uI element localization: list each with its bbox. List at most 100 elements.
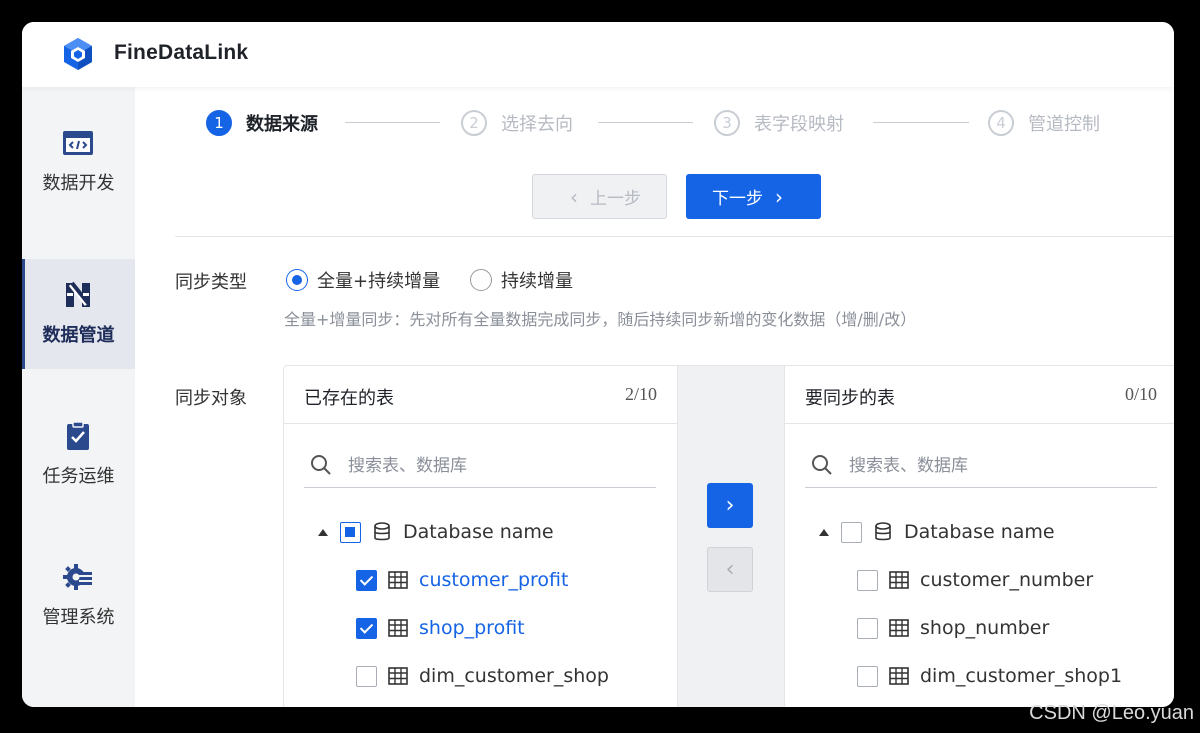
top-bar: FineDataLink [22,22,1174,87]
main-content: 1 数据来源 2 选择去向 3 表字段映射 4 管道控制 ‹ 上一步 下一步 ›… [135,87,1174,707]
step-connector [873,122,969,123]
sidebar: 数据开发 数据管道 任务运维 管理系统 [22,87,135,707]
tree-row-table[interactable]: shop_profit [356,613,525,643]
transfer-controls: › ‹ [677,366,784,707]
table-icon [388,619,408,637]
app-window: FineDataLink 数据开发 数据管道 任务运维 管理系统 1 数据来源 … [22,22,1174,707]
table-name: customer_number [920,569,1094,591]
panel-header: 已存在的表 2/10 [284,366,677,424]
step-4: 4 管道控制 [988,109,1100,137]
checkbox-checked[interactable] [356,569,377,591]
panel-header: 要同步的表 0/10 [785,366,1174,424]
move-right-button[interactable]: › [707,483,753,528]
sync-type-label: 同步类型 [175,272,247,293]
database-icon [374,522,390,541]
checkbox-checked[interactable] [356,617,377,639]
tables-to-sync-panel: 要同步的表 0/10 搜索表、数据库 Database name custome… [784,366,1174,707]
sync-type-hint: 全量+增量同步：先对所有全量数据完成同步，随后持续同步新增的变化数据（增/删/改… [284,310,917,329]
pipeline-icon [66,281,90,307]
tree-row-table[interactable]: dim_customer_shop [356,661,609,691]
checkbox-unchecked[interactable] [857,617,878,639]
tree-row-table[interactable]: dim_customer_shop1 [857,661,1122,691]
search-icon [812,455,832,475]
sidebar-item-label: 数据开发 [42,173,115,194]
sidebar-item-label: 任务运维 [42,466,115,487]
search-input[interactable] [348,450,648,482]
table-name: dim_customer_shop [419,665,609,687]
table-icon [889,619,909,637]
table-name: shop_number [920,617,1050,639]
search-icon [311,455,331,475]
tree-row-table[interactable]: customer_number [857,565,1093,595]
step-number: 2 [461,110,487,136]
radio-selected-icon [286,269,308,291]
expand-triangle-icon[interactable] [819,528,829,536]
database-name: Database name [403,521,554,543]
panel-count: 0/10 [1124,384,1157,404]
panel-title: 要同步的表 [805,388,895,409]
sidebar-item-label: 数据管道 [42,325,115,346]
search-box [304,450,656,488]
step-connector [598,122,693,123]
chevron-right-icon: › [725,493,735,518]
step-number: 1 [206,110,232,136]
checkbox-unchecked[interactable] [356,665,377,687]
step-3: 3 表字段映射 [714,109,844,137]
step-2: 2 选择去向 [461,109,573,137]
checkbox-unchecked[interactable] [841,521,862,543]
radio-label: 持续增量 [501,271,573,292]
table-transfer: 已存在的表 2/10 搜索表、数据库 Database name custome… [283,365,1174,707]
clipboard-check-icon [67,421,89,450]
prev-step-button[interactable]: ‹ 上一步 [532,174,667,219]
divider [175,236,1174,237]
chevron-right-icon: › [775,184,783,209]
chevron-left-icon: ‹ [570,184,578,209]
radio-label: 全量+持续增量 [317,271,441,292]
radio-full-plus-incremental[interactable]: 全量+持续增量 [286,267,440,293]
table-icon [889,571,909,589]
tree-row-table[interactable]: customer_profit [356,565,568,595]
step-connector [345,122,440,123]
expand-triangle-icon[interactable] [318,528,328,536]
sidebar-item-data-development[interactable]: 数据开发 [22,107,135,217]
table-name: shop_profit [419,617,525,639]
tree-row-table[interactable]: shop_number [857,613,1049,643]
radio-incremental-only[interactable]: 持续增量 [470,267,573,293]
database-name: Database name [904,521,1055,543]
sidebar-item-management-system[interactable]: 管理系统 [22,541,135,651]
app-title: FineDataLink [114,41,249,64]
step-label: 表字段映射 [754,114,844,135]
panel-title: 已存在的表 [304,388,394,409]
settings-gear-icon [63,564,92,590]
code-window-icon [63,131,93,155]
search-box [805,450,1157,488]
step-number: 3 [714,110,740,136]
table-icon [889,667,909,685]
sidebar-item-label: 管理系统 [42,607,115,628]
tree-row-database[interactable]: Database name [819,517,1055,547]
step-number: 4 [988,110,1014,136]
sidebar-item-data-pipeline[interactable]: 数据管道 [22,259,135,369]
prev-step-label: 上一步 [590,189,641,209]
next-step-label: 下一步 [712,189,763,209]
existing-tables-panel: 已存在的表 2/10 搜索表、数据库 Database name custome… [284,366,677,707]
next-step-button[interactable]: 下一步 › [686,174,821,219]
panel-count: 2/10 [624,384,657,404]
move-left-button[interactable]: ‹ [707,547,753,592]
step-label: 管道控制 [1028,114,1100,135]
table-icon [388,571,408,589]
finedatalink-logo-icon [64,38,92,70]
step-label: 数据来源 [246,114,318,135]
chevron-left-icon: ‹ [725,557,735,582]
table-name: customer_profit [419,569,569,591]
step-1: 1 数据来源 [206,109,318,137]
step-label: 选择去向 [501,114,573,135]
watermark: CSDN @Leo.yuan [1029,702,1194,724]
search-input[interactable] [849,450,1149,482]
sync-object-label: 同步对象 [175,388,247,409]
checkbox-unchecked[interactable] [857,665,878,687]
checkbox-unchecked[interactable] [857,569,878,591]
tree-row-database[interactable]: Database name [318,517,554,547]
sidebar-item-task-operations[interactable]: 任务运维 [22,400,135,510]
checkbox-partial[interactable] [340,521,361,543]
